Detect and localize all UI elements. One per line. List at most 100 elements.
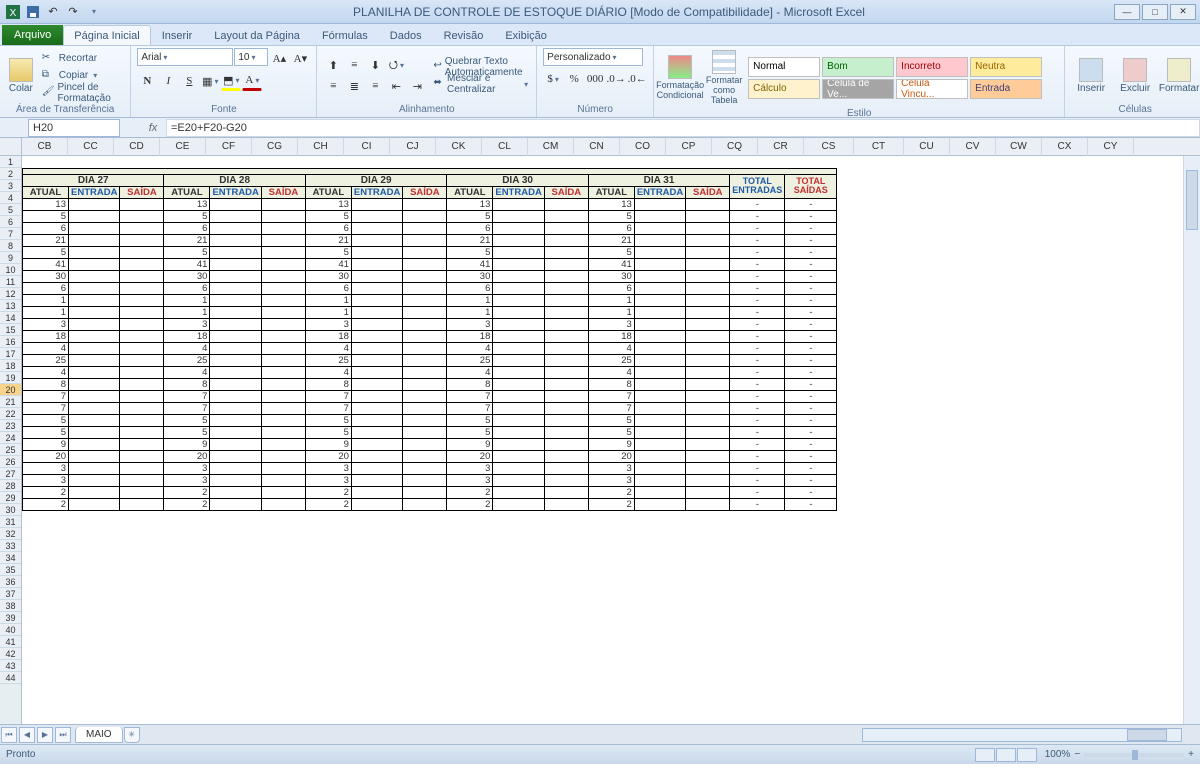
cell[interactable]: [261, 414, 305, 426]
cell[interactable]: [69, 402, 120, 414]
cell[interactable]: [210, 270, 261, 282]
cell[interactable]: [730, 156, 785, 168]
cell[interactable]: [261, 246, 305, 258]
cell[interactable]: 21: [447, 234, 493, 246]
cell[interactable]: [351, 234, 402, 246]
cell[interactable]: [634, 306, 685, 318]
cell[interactable]: [493, 402, 544, 414]
row-header[interactable]: 21: [0, 396, 21, 408]
cell[interactable]: [686, 366, 730, 378]
cell[interactable]: 13: [23, 198, 69, 210]
cell[interactable]: SAÍDA: [686, 186, 730, 198]
cell[interactable]: -: [785, 246, 837, 258]
cell[interactable]: -: [785, 342, 837, 354]
cell[interactable]: [210, 294, 261, 306]
cell[interactable]: 4: [588, 366, 634, 378]
cell[interactable]: [120, 390, 164, 402]
cell[interactable]: 9: [23, 438, 69, 450]
row-header[interactable]: 7: [0, 228, 21, 240]
cell[interactable]: [493, 474, 544, 486]
cell[interactable]: -: [730, 474, 785, 486]
cell[interactable]: 20: [305, 450, 351, 462]
cell[interactable]: [544, 342, 588, 354]
row-header[interactable]: 11: [0, 276, 21, 288]
cell[interactable]: -: [730, 234, 785, 246]
cell[interactable]: [686, 438, 730, 450]
fill-color-button[interactable]: ⬒: [221, 71, 241, 91]
cell[interactable]: [69, 426, 120, 438]
cell[interactable]: [69, 270, 120, 282]
cell[interactable]: [634, 198, 685, 210]
column-header[interactable]: CJ: [390, 138, 436, 156]
cell[interactable]: 5: [447, 426, 493, 438]
cell[interactable]: [493, 210, 544, 222]
cell[interactable]: [544, 198, 588, 210]
cell[interactable]: 25: [588, 354, 634, 366]
row-header[interactable]: 4: [0, 192, 21, 204]
cell[interactable]: 8: [305, 378, 351, 390]
cell[interactable]: 2: [447, 498, 493, 510]
cell[interactable]: [69, 378, 120, 390]
cell[interactable]: 6: [305, 282, 351, 294]
cell[interactable]: 3: [23, 462, 69, 474]
cell[interactable]: [634, 222, 685, 234]
cell[interactable]: 41: [305, 258, 351, 270]
cell[interactable]: [120, 450, 164, 462]
insert-cells-button[interactable]: Inserir: [1071, 56, 1111, 96]
cell[interactable]: SAÍDA: [120, 186, 164, 198]
row-header[interactable]: 15: [0, 324, 21, 336]
cell[interactable]: 1: [23, 306, 69, 318]
cell[interactable]: [493, 390, 544, 402]
cell[interactable]: [261, 426, 305, 438]
cell[interactable]: [634, 450, 685, 462]
page-break-view-button[interactable]: [1017, 748, 1037, 762]
shrink-font-icon[interactable]: A▾: [290, 48, 310, 68]
cell[interactable]: [634, 438, 685, 450]
zoom-out-icon[interactable]: −: [1074, 749, 1080, 760]
row-header[interactable]: 8: [0, 240, 21, 252]
cell[interactable]: [210, 426, 261, 438]
cell[interactable]: [403, 234, 447, 246]
cell[interactable]: -: [730, 306, 785, 318]
cell[interactable]: [403, 354, 447, 366]
cell[interactable]: [493, 234, 544, 246]
vertical-scrollbar[interactable]: [1183, 156, 1200, 724]
cell[interactable]: 5: [164, 414, 210, 426]
style-cell[interactable]: Célula de Ve...: [822, 79, 894, 99]
cell[interactable]: 25: [447, 354, 493, 366]
cell[interactable]: [686, 294, 730, 306]
column-header[interactable]: CU: [904, 138, 950, 156]
row-header[interactable]: 20: [0, 384, 21, 396]
cell[interactable]: 1: [588, 294, 634, 306]
column-header[interactable]: CK: [436, 138, 482, 156]
cell[interactable]: ENTRADA: [210, 186, 261, 198]
cell[interactable]: -: [730, 270, 785, 282]
cell[interactable]: [403, 366, 447, 378]
cell[interactable]: -: [785, 450, 837, 462]
cell[interactable]: [634, 498, 685, 510]
cell[interactable]: -: [730, 438, 785, 450]
cell[interactable]: 4: [305, 366, 351, 378]
underline-button[interactable]: S: [179, 71, 199, 91]
cell[interactable]: -: [785, 366, 837, 378]
cell[interactable]: [544, 498, 588, 510]
cell[interactable]: 3: [164, 462, 210, 474]
cell[interactable]: -: [730, 354, 785, 366]
column-header[interactable]: CD: [114, 138, 160, 156]
cell[interactable]: [351, 378, 402, 390]
cell[interactable]: -: [730, 222, 785, 234]
cell[interactable]: [403, 378, 447, 390]
cell[interactable]: [261, 474, 305, 486]
cell[interactable]: -: [730, 282, 785, 294]
cell[interactable]: 1: [305, 294, 351, 306]
cell[interactable]: -: [785, 270, 837, 282]
cell[interactable]: [120, 156, 164, 168]
cell[interactable]: [493, 156, 544, 168]
cell[interactable]: [634, 330, 685, 342]
cell[interactable]: [686, 156, 730, 168]
row-header[interactable]: 44: [0, 672, 21, 684]
cell[interactable]: [261, 486, 305, 498]
cell[interactable]: -: [785, 390, 837, 402]
cell[interactable]: [351, 210, 402, 222]
cell[interactable]: [210, 156, 261, 168]
